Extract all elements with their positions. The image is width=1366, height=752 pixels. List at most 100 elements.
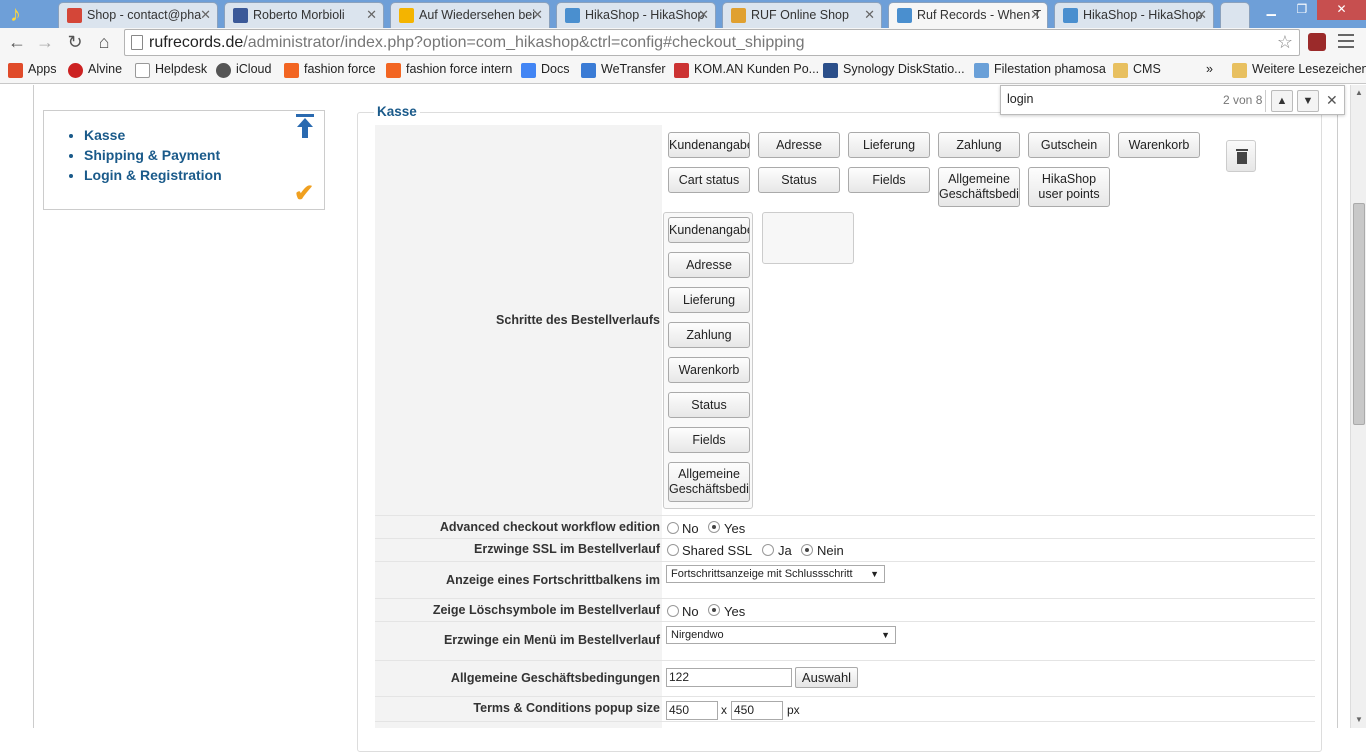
sidebar-item-login-registration[interactable]: Login & Registration: [84, 165, 222, 185]
workflow-step-pill[interactable]: Lieferung: [668, 287, 750, 313]
step-pill[interactable]: Allgemeine Geschäftsbedingungen: [938, 167, 1020, 207]
bookmark-star-icon[interactable]: ☆: [1277, 32, 1293, 53]
step-pill[interactable]: Status: [758, 167, 840, 193]
forward-icon[interactable]: →: [34, 32, 56, 53]
bookmark-item[interactable]: fashion force: [284, 62, 376, 78]
progress-bar-select[interactable]: Fortschrittsanzeige mit Schlussschritt ▼: [666, 565, 885, 583]
browser-tab-active[interactable]: Ruf Records - When T ✕: [888, 2, 1048, 28]
arrow-up-icon[interactable]: [294, 113, 316, 139]
ruf-icon: [731, 8, 746, 23]
advanced-yes-label: Yes: [724, 521, 746, 536]
browser-tab[interactable]: HikaShop - HikaShop ✕: [556, 2, 716, 28]
workflow-step-pill[interactable]: Adresse: [668, 252, 750, 278]
sidebar-item-shipping-payment[interactable]: Shipping & Payment: [84, 145, 222, 165]
page-scrollbar[interactable]: ▲ ▼: [1350, 85, 1366, 728]
close-icon[interactable]: ✕: [1326, 92, 1338, 109]
close-icon[interactable]: ✕: [1030, 3, 1041, 27]
folder-icon: [1113, 63, 1128, 78]
dropdown-arrow-icon: ▼: [881, 630, 890, 640]
workflow-step-pill[interactable]: Allgemeine Geschäftsbedingungen: [668, 462, 750, 502]
close-icon[interactable]: ✕: [200, 3, 211, 27]
synology-icon: [823, 63, 838, 78]
step-pill[interactable]: Adresse: [758, 132, 840, 158]
workflow-step-pill[interactable]: Fields: [668, 427, 750, 453]
ssl-ja-radio[interactable]: [762, 544, 774, 556]
reload-icon[interactable]: ↻: [64, 32, 86, 53]
sidebar-item-kasse[interactable]: Kasse: [84, 125, 222, 145]
bookmarks-overflow[interactable]: »: [1186, 62, 1213, 76]
scroll-thumb[interactable]: [1353, 203, 1365, 425]
bookmark-folder[interactable]: CMS: [1113, 62, 1161, 78]
close-icon[interactable]: ✕: [1196, 3, 1207, 27]
folder-icon: [1232, 63, 1247, 78]
advanced-workflow-label: Advanced checkout workflow edition: [375, 516, 662, 538]
page-content: Kasse Shipping & Payment Login & Registr…: [0, 85, 1350, 752]
ssl-shared-radio[interactable]: [667, 544, 679, 556]
workflow-step-pill[interactable]: Zahlung: [668, 322, 750, 348]
browser-tab[interactable]: Shop - contact@pha ✕: [58, 2, 218, 28]
scroll-down-icon[interactable]: ▼: [1351, 712, 1366, 728]
workflow-step-pill[interactable]: Warenkorb: [668, 357, 750, 383]
minimize-icon[interactable]: ▁: [1256, 0, 1287, 20]
step-pill[interactable]: HikaShop user points: [1028, 167, 1110, 207]
bookmark-item[interactable]: Filestation phamosa: [974, 62, 1106, 78]
maximize-icon[interactable]: ❐: [1287, 0, 1318, 20]
advanced-no-radio[interactable]: [667, 522, 679, 534]
step-pill[interactable]: Fields: [848, 167, 930, 193]
sidebar-menu: Kasse Shipping & Payment Login & Registr…: [84, 125, 222, 185]
browser-tab[interactable]: Auf Wiedersehen bei ✕: [390, 2, 550, 28]
terms-select-button[interactable]: Auswahl: [795, 667, 858, 688]
step-pill[interactable]: Lieferung: [848, 132, 930, 158]
step-pill[interactable]: Gutschein: [1028, 132, 1110, 158]
bookmark-item[interactable]: fashion force intern: [386, 62, 512, 78]
bookmark-item[interactable]: Synology DiskStatio...: [823, 62, 965, 78]
terms-article-input[interactable]: 122: [666, 668, 792, 687]
step-pill[interactable]: Zahlung: [938, 132, 1020, 158]
browser-tab[interactable]: Roberto Morbioli ✕: [224, 2, 384, 28]
close-icon[interactable]: ✕: [698, 3, 709, 27]
bookmark-item[interactable]: Helpdesk: [135, 62, 207, 78]
delete-no-radio[interactable]: [667, 605, 679, 617]
workflow-drop-zone[interactable]: [762, 212, 854, 264]
hikashop-icon: [1063, 8, 1078, 23]
menu-select[interactable]: Nirgendwo ▼: [666, 626, 896, 644]
bookmark-apps[interactable]: Apps: [8, 62, 57, 78]
step-pill[interactable]: Warenkorb: [1118, 132, 1200, 158]
browser-tab[interactable]: HikaShop - HikaShop ✕: [1054, 2, 1214, 28]
menu-icon[interactable]: [1338, 34, 1354, 48]
trash-icon[interactable]: [1226, 140, 1256, 172]
find-input[interactable]: login: [1007, 92, 1033, 106]
fashion-force-icon: [386, 63, 401, 78]
window-close-icon[interactable]: ✕: [1317, 0, 1366, 20]
popup-width-input[interactable]: 450: [666, 701, 718, 720]
browser-tab[interactable]: RUF Online Shop ✕: [722, 2, 882, 28]
popup-height-input[interactable]: 450: [731, 701, 783, 720]
bookmark-item[interactable]: WeTransfer: [581, 62, 666, 78]
step-pill[interactable]: Cart status: [668, 167, 750, 193]
bookmark-item[interactable]: Docs: [521, 62, 569, 78]
back-icon[interactable]: ←: [6, 32, 28, 53]
advanced-yes-radio[interactable]: [708, 521, 720, 533]
tab-title: HikaShop - HikaShop: [585, 8, 705, 22]
delete-yes-radio[interactable]: [708, 604, 720, 616]
ssl-label: Erzwinge SSL im Bestellverlauf: [375, 539, 662, 561]
bookmark-item[interactable]: Alvine: [68, 62, 122, 78]
close-icon[interactable]: ✕: [532, 3, 543, 27]
find-previous-button[interactable]: ▲: [1271, 90, 1293, 112]
close-icon[interactable]: ✕: [366, 3, 377, 27]
workflow-step-pill[interactable]: Status: [668, 392, 750, 418]
extension-icon[interactable]: [1308, 33, 1326, 51]
find-next-button[interactable]: ▼: [1297, 90, 1319, 112]
address-bar[interactable]: rufrecords.de/administrator/index.php?op…: [124, 29, 1300, 56]
workflow-step-pill[interactable]: Kundenangaben: [668, 217, 750, 243]
ssl-nein-radio[interactable]: [801, 544, 813, 556]
scroll-up-icon[interactable]: ▲: [1351, 85, 1366, 101]
new-tab-button[interactable]: [1220, 2, 1250, 28]
close-icon[interactable]: ✕: [864, 3, 875, 27]
home-icon[interactable]: ⌂: [93, 32, 115, 53]
bookmark-item[interactable]: KOM.AN Kunden Po...: [674, 62, 819, 78]
tab-title: Auf Wiedersehen bei: [419, 8, 536, 22]
step-pill[interactable]: Kundenangaben: [668, 132, 750, 158]
bookmark-item[interactable]: iCloud: [216, 62, 271, 78]
other-bookmarks[interactable]: Weitere Lesezeichen: [1232, 62, 1366, 78]
